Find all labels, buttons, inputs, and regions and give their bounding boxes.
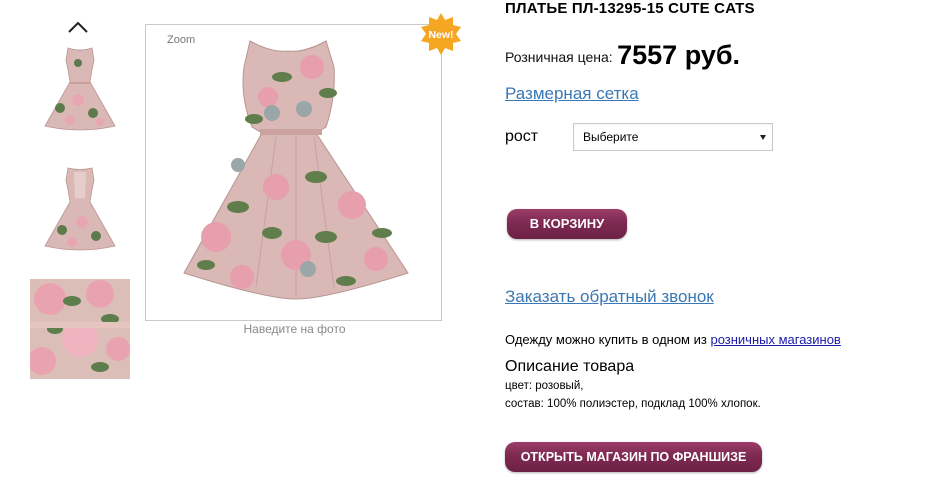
callback-link[interactable]: Заказать обратный звонок xyxy=(505,287,714,307)
price-label: Розничная цена: xyxy=(505,49,613,65)
product-title: ПЛАТЬЕ ПЛ-13295-15 CUTE CATS xyxy=(505,0,755,17)
description-title: Описание товара xyxy=(505,358,635,375)
thumbnail-dress-front[interactable] xyxy=(30,38,130,138)
retail-shops-link[interactable]: розничных магазинов xyxy=(710,332,840,347)
shops-row: Одежду можно купить в одном из розничных… xyxy=(505,332,841,347)
main-product-image[interactable] xyxy=(176,37,416,307)
thumbnail-dress-back[interactable] xyxy=(30,158,130,258)
size-label: рост xyxy=(505,128,539,145)
new-badge-label: New! xyxy=(428,29,453,41)
price-row: Розничная цена: 7557 руб. xyxy=(505,40,740,71)
shops-text: Одежду можно купить в одном из xyxy=(505,332,707,347)
new-badge-icon: New! xyxy=(421,13,461,55)
chevron-up-icon[interactable] xyxy=(66,20,90,34)
add-to-cart-button[interactable]: В КОРЗИНУ xyxy=(507,209,627,239)
main-product-image-frame[interactable]: Zoom New! xyxy=(145,13,461,321)
hover-hint: Наведите на фото xyxy=(243,322,346,336)
thumbnail-fabric-detail[interactable] xyxy=(30,279,130,379)
price-value: 7557 руб. xyxy=(617,40,741,70)
description-line: цвет: розовый, xyxy=(505,380,584,392)
description-line: состав: 100% полиэстер, подклад 100% хло… xyxy=(505,398,761,410)
size-chart-link[interactable]: Размерная сетка xyxy=(505,84,639,104)
size-select[interactable]: Выберите xyxy=(573,123,773,151)
open-franchise-button[interactable]: ОТКРЫТЬ МАГАЗИН ПО ФРАНШИЗЕ xyxy=(505,442,762,472)
size-select-value: Выберите xyxy=(583,130,639,144)
chevron-down-icon xyxy=(760,135,766,140)
